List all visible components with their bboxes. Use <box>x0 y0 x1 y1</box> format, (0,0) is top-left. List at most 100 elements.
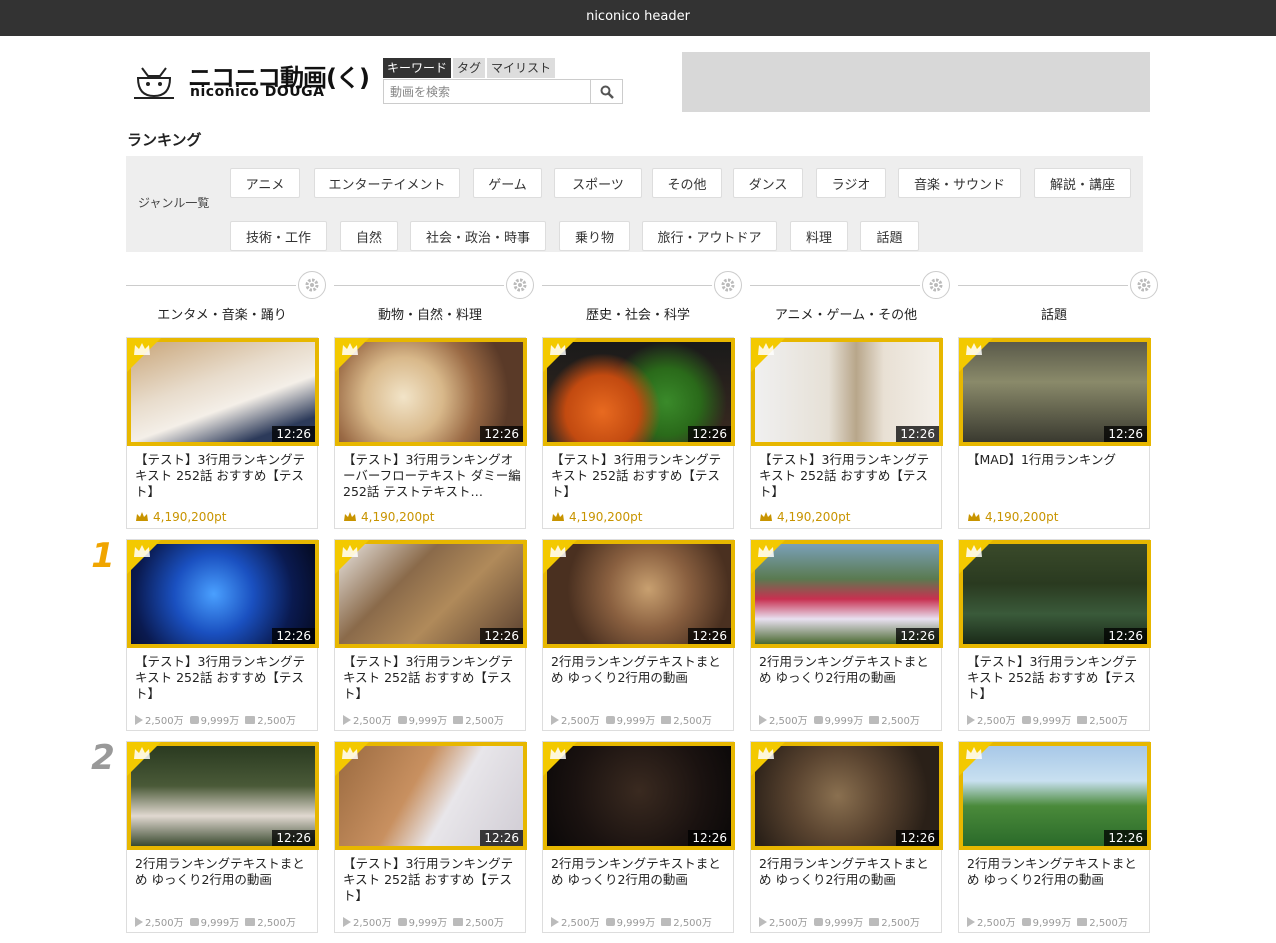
genre-button[interactable]: その他 <box>652 168 722 198</box>
video-stats: 2,500万 9,999万 2,500万 <box>135 914 296 929</box>
genre-button[interactable]: ゲーム <box>473 168 542 198</box>
genre-button[interactable]: エンターテイメント <box>314 168 460 198</box>
video-title[interactable]: 2行用ランキングテキストまとめ ゆっくり2行用の動画 <box>759 654 937 686</box>
video-thumbnail[interactable]: 12:26 <box>543 742 735 850</box>
column-divider <box>126 285 296 286</box>
video-thumbnail[interactable]: 12:26 <box>127 338 319 446</box>
video-title[interactable]: 【テスト】3行用ランキングテキスト 252話 おすすめ【テスト】 <box>135 654 313 702</box>
genre-button[interactable]: 解説・講座 <box>1034 168 1131 198</box>
video-title[interactable]: 【テスト】3行用ランキングテキスト 252話 おすすめ【テスト】 <box>967 654 1145 702</box>
column-settings-button[interactable] <box>506 271 534 299</box>
search-tab-mylist[interactable]: マイリスト <box>487 58 556 78</box>
video-title[interactable]: 2行用ランキングテキストまとめ ゆっくり2行用の動画 <box>551 654 729 686</box>
ranking-video-card[interactable]: 12:26 【テスト】3行用ランキングテキスト 252話 おすすめ【テスト】 4,1… <box>126 337 319 529</box>
video-title[interactable]: 【テスト】3行用ランキングテキスト 252話 おすすめ【テスト】 <box>343 856 521 904</box>
ranking-video-card[interactable]: 12:26 2行用ランキングテキストまとめ ゆっくり2行用の動画 2,500万 9,9… <box>542 539 735 731</box>
ranking-video-card[interactable]: 12:26 【テスト】3行用ランキングテキスト 252話 おすすめ【テスト】 2,5… <box>334 741 527 933</box>
genre-button[interactable]: 自然 <box>340 221 398 251</box>
column-divider <box>750 285 920 286</box>
video-title[interactable]: 2行用ランキングテキストまとめ ゆっくり2行用の動画 <box>967 856 1145 888</box>
mylist-count: 2,500万 <box>869 712 920 727</box>
ranking-video-card[interactable]: 12:26 2行用ランキングテキストまとめ ゆっくり2行用の動画 2,500万 9,9… <box>750 539 943 731</box>
ranking-video-card[interactable]: 12:26 【テスト】3行用ランキングテキスト 252話 おすすめ【テスト】 4,1… <box>750 337 943 529</box>
comment-icon <box>189 917 199 926</box>
mylist-count: 2,500万 <box>661 712 712 727</box>
niconico-logo[interactable]: ニコニコ動画(く) niconico DOUGA <box>130 56 370 104</box>
ranking-video-card[interactable]: 12:26 2行用ランキングテキストまとめ ゆっくり2行用の動画 2,500万 9,9… <box>750 741 943 933</box>
view-count: 2,500万 <box>343 712 392 727</box>
comment-count: 9,999万 <box>189 914 239 929</box>
video-title[interactable]: 2行用ランキングテキストまとめ ゆっくり2行用の動画 <box>759 856 937 888</box>
video-thumbnail[interactable]: 12:26 <box>751 742 943 850</box>
tv-chan-icon <box>134 67 174 99</box>
genre-button[interactable]: スポーツ <box>554 168 642 198</box>
crown-icon <box>342 747 358 759</box>
video-thumbnail[interactable]: 12:26 <box>959 742 1151 850</box>
video-thumbnail[interactable]: 12:26 <box>751 338 943 446</box>
genre-button[interactable]: 料理 <box>790 221 848 251</box>
ranking-video-card[interactable]: 12:26 【テスト】3行用ランキングオーバーフローテキスト ダミー編252話 テ… <box>334 337 527 529</box>
comment-count: 9,999万 <box>1021 712 1071 727</box>
play-icon <box>135 916 143 927</box>
search-tab-keyword[interactable]: キーワード <box>383 58 452 78</box>
mylist-count: 2,500万 <box>1077 914 1128 929</box>
column-settings-button[interactable] <box>298 271 326 299</box>
video-title[interactable]: 【テスト】3行用ランキングオーバーフローテキスト ダミー編252話 テストテキス… <box>343 452 521 500</box>
column-settings-button[interactable] <box>714 271 742 299</box>
video-thumbnail[interactable]: 12:26 <box>127 540 319 648</box>
genre-button[interactable]: アニメ <box>230 168 300 198</box>
genre-button[interactable]: 話題 <box>860 221 919 251</box>
crown-icon <box>758 343 774 355</box>
video-title[interactable]: 【テスト】3行用ランキングテキスト 252話 おすすめ【テスト】 <box>551 452 729 500</box>
video-stats: 2,500万 9,999万 2,500万 <box>759 914 920 929</box>
video-thumbnail[interactable]: 12:26 <box>127 742 319 850</box>
ranking-video-card[interactable]: 12:26 2行用ランキングテキストまとめ ゆっくり2行用の動画 2,500万 9,9… <box>126 741 319 933</box>
ad-banner[interactable] <box>682 52 1150 112</box>
ranking-video-card[interactable]: 12:26 【MAD】1行用ランキング 4,190,200pt <box>958 337 1151 529</box>
video-title[interactable]: 【テスト】3行用ランキングテキスト 252話 おすすめ【テスト】 <box>759 452 937 500</box>
column-settings-button[interactable] <box>922 271 950 299</box>
video-stats: 2,500万 9,999万 2,500万 <box>343 914 504 929</box>
video-title[interactable]: 【MAD】1行用ランキング <box>967 452 1145 468</box>
video-title[interactable]: 【テスト】3行用ランキングテキスト 252話 おすすめ【テスト】 <box>343 654 521 702</box>
video-thumbnail[interactable]: 12:26 <box>959 540 1151 648</box>
genre-button[interactable]: ラジオ <box>816 168 886 198</box>
genre-button[interactable]: 技術・工作 <box>230 221 327 251</box>
view-count: 2,500万 <box>343 914 392 929</box>
ranking-video-card[interactable]: 12:26 【テスト】3行用ランキングテキスト 252話 おすすめ【テスト】 2,5… <box>126 539 319 731</box>
genre-button[interactable]: 乗り物 <box>559 221 630 251</box>
search-button[interactable] <box>590 80 622 103</box>
video-title[interactable]: 【テスト】3行用ランキングテキスト 252話 おすすめ【テスト】 <box>135 452 313 500</box>
ranking-video-card[interactable]: 12:26 【テスト】3行用ランキングテキスト 252話 おすすめ【テスト】 4,1… <box>542 337 735 529</box>
genre-button[interactable]: ダンス <box>733 168 803 198</box>
folder-icon <box>453 715 464 724</box>
ranking-video-card[interactable]: 12:26 2行用ランキングテキストまとめ ゆっくり2行用の動画 2,500万 9,9… <box>542 741 735 933</box>
crown-icon <box>342 545 358 557</box>
video-thumbnail[interactable]: 12:26 <box>335 338 527 446</box>
crown-icon <box>550 545 566 557</box>
video-thumbnail[interactable]: 12:26 <box>751 540 943 648</box>
genre-button[interactable]: 旅行・アウトドア <box>642 221 777 251</box>
video-thumbnail[interactable]: 12:26 <box>335 540 527 648</box>
comment-count: 9,999万 <box>397 914 447 929</box>
search-input[interactable] <box>384 80 590 103</box>
video-thumbnail[interactable]: 12:26 <box>335 742 527 850</box>
video-title[interactable]: 2行用ランキングテキストまとめ ゆっくり2行用の動画 <box>551 856 729 888</box>
genre-button[interactable]: 社会・政治・時事 <box>410 221 546 251</box>
video-thumbnail[interactable]: 12:26 <box>543 338 735 446</box>
video-thumbnail[interactable]: 12:26 <box>543 540 735 648</box>
video-thumbnail[interactable]: 12:26 <box>959 338 1151 446</box>
ranking-video-card[interactable]: 12:26 【テスト】3行用ランキングテキスト 252話 おすすめ【テスト】 2,5… <box>334 539 527 731</box>
search-tab-tag[interactable]: タグ <box>453 58 486 78</box>
video-duration: 12:26 <box>1104 830 1147 846</box>
comment-icon <box>397 715 407 724</box>
ranking-points: 4,190,200pt <box>759 510 850 524</box>
gear-icon <box>721 278 735 292</box>
crown-icon <box>966 747 982 759</box>
column-settings-button[interactable] <box>1130 271 1158 299</box>
ranking-video-card[interactable]: 12:26 2行用ランキングテキストまとめ ゆっくり2行用の動画 2,500万 9,9… <box>958 741 1151 933</box>
video-stats: 2,500万 9,999万 2,500万 <box>551 914 712 929</box>
genre-button[interactable]: 音楽・サウンド <box>898 168 1021 198</box>
video-title[interactable]: 2行用ランキングテキストまとめ ゆっくり2行用の動画 <box>135 856 313 888</box>
ranking-video-card[interactable]: 12:26 【テスト】3行用ランキングテキスト 252話 おすすめ【テスト】 2,5… <box>958 539 1151 731</box>
